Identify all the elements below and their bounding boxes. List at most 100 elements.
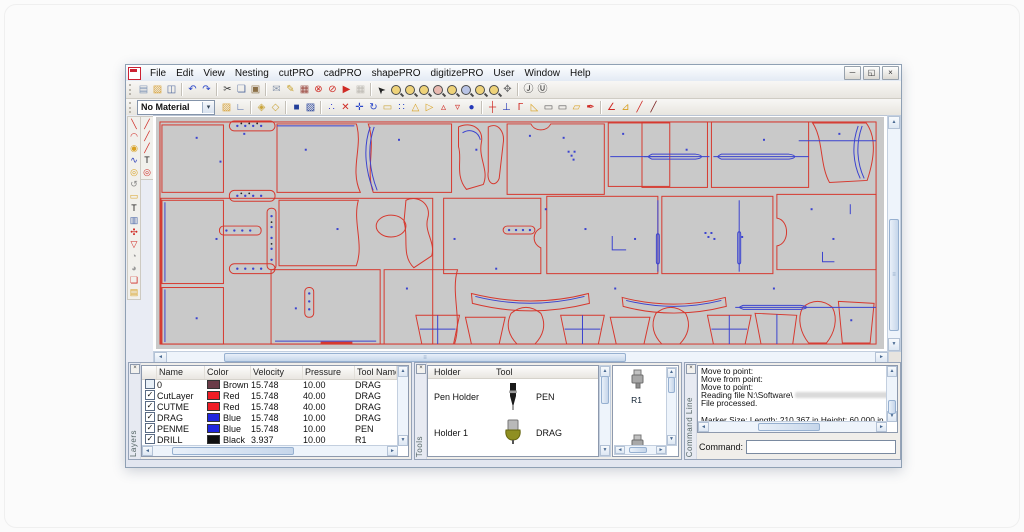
scroll-right-icon[interactable]: ► — [876, 422, 887, 432]
group-icon[interactable]: ◈ — [255, 101, 268, 114]
layer-visibility-checkbox[interactable]: ✓ — [145, 401, 155, 411]
zoom-previous-icon[interactable] — [431, 83, 444, 96]
layers-column-header[interactable]: Velocity — [251, 366, 303, 379]
command-hscroll-thumb[interactable] — [758, 423, 820, 431]
layer-row-DRILL[interactable]: ✓DRILLBlack3.93710.00R10.0 — [142, 434, 398, 445]
magazine-hscroll-thumb[interactable] — [629, 447, 647, 453]
layers-column-header[interactable]: Tool Name — [355, 366, 397, 379]
arc-segment-icon[interactable]: ◔ — [129, 250, 140, 262]
point-line-3-icon[interactable]: ╱ — [142, 142, 153, 154]
material-combobox[interactable]: No Material ▾ — [137, 100, 215, 115]
tool-j-icon[interactable]: Ⓙ — [522, 83, 535, 96]
scroll-left-icon[interactable]: ◄ — [142, 446, 153, 456]
menu-window[interactable]: Window — [519, 66, 565, 81]
start-icon[interactable]: ▶ — [340, 83, 353, 96]
scroll-right-icon[interactable]: ► — [387, 446, 398, 456]
zoom-all-icon[interactable] — [445, 83, 458, 96]
vertical-scrollbar[interactable]: ▲ ≡ ▼ — [887, 115, 901, 352]
layer-visibility-checkbox[interactable]: ✓ — [145, 434, 155, 444]
horizontal-scroll-thumb[interactable]: ≡ — [224, 353, 626, 362]
pan-icon[interactable]: ✥ — [501, 83, 514, 96]
menu-user[interactable]: User — [488, 66, 519, 81]
chevron-down-icon[interactable]: ▾ — [202, 102, 214, 113]
scroll-up-icon[interactable]: ▲ — [398, 366, 408, 377]
sphere-icon[interactable]: ● — [465, 101, 478, 114]
send-mail-icon[interactable]: ✉ — [270, 83, 283, 96]
zoom-in-icon[interactable] — [389, 83, 402, 96]
zoom-sheet-icon[interactable] — [473, 83, 486, 96]
array-icon[interactable]: ∷ — [395, 101, 408, 114]
line-icon[interactable]: ╲ — [129, 118, 140, 130]
menu-cutpro[interactable]: cutPRO — [274, 66, 319, 81]
mirror-horizontal-icon[interactable]: △ — [409, 101, 422, 114]
copy-icon[interactable]: ❏ — [235, 83, 248, 96]
fillet-icon[interactable]: Γ — [514, 101, 527, 114]
close-icon[interactable]: × — [416, 364, 426, 374]
move-icon[interactable]: ✛ — [353, 101, 366, 114]
text-icon[interactable]: T — [129, 202, 140, 214]
perpendicular-icon[interactable]: ⊥ — [500, 101, 513, 114]
line-diagonal-dark-icon[interactable]: ╱ — [647, 101, 660, 114]
piece-export-icon[interactable]: ▤ — [129, 286, 140, 298]
scroll-down-icon[interactable]: ▼ — [667, 435, 676, 445]
layer-visibility-checkbox[interactable] — [145, 379, 155, 389]
edit-points-icon[interactable]: ∴ — [325, 101, 338, 114]
chamfer-icon[interactable]: ◺ — [528, 101, 541, 114]
redo-icon[interactable]: ↷ — [200, 83, 213, 96]
scroll-left-icon[interactable]: ◄ — [698, 422, 709, 432]
tool-magazine[interactable]: R1 ▲ ▼ ◄ ► — [612, 365, 679, 457]
command-hscroll[interactable]: ◄ ► — [698, 421, 887, 432]
layers-column-header[interactable]: Name — [157, 366, 205, 379]
zoom-window-icon[interactable] — [417, 83, 430, 96]
arc-segment-2-icon[interactable]: ◕ — [129, 262, 140, 274]
edit-form-icon[interactable]: ✎ — [284, 83, 297, 96]
command-vscroll[interactable]: ▲ ▼ — [886, 366, 897, 422]
ellipse-icon[interactable]: ◎ — [129, 166, 140, 178]
layer-row-CutLayer[interactable]: ✓CutLayerRed15.74840.00DRAG0.0 — [142, 390, 398, 401]
layer-visibility-checkbox[interactable]: ✓ — [145, 423, 155, 433]
magazine-tool-item[interactable]: R1 — [613, 369, 660, 405]
revolve-icon[interactable]: ↺ — [129, 178, 140, 190]
close-icon[interactable]: × — [130, 364, 140, 374]
layer-row-0[interactable]: 0Brown15.74810.00DRAG0.0 — [142, 379, 398, 390]
vertical-scroll-thumb[interactable]: ≡ — [889, 219, 899, 331]
layers-column-header[interactable]: Color — [205, 366, 251, 379]
line-diagonal-icon[interactable]: ╱ — [633, 101, 646, 114]
right-triangle-icon[interactable]: ⊿ — [619, 101, 632, 114]
scroll-down-icon[interactable]: ▼ — [888, 338, 900, 351]
layer-row-DRAG[interactable]: ✓DRAGBlue15.74810.00DRAG0.0 — [142, 412, 398, 423]
command-log[interactable]: Move to point:Move from point:Move to po… — [697, 365, 898, 433]
point-circle-icon[interactable]: ◉ — [129, 142, 140, 154]
select-arrow-icon[interactable]: ➤ — [372, 80, 390, 98]
tool-holder-list[interactable]: Holder Tool Pen HolderPENHolder 1DRAG — [427, 365, 599, 457]
point-line-2-icon[interactable]: ╱ — [142, 130, 153, 142]
zoom-selected-icon[interactable] — [459, 83, 472, 96]
delete-node-icon[interactable]: ▽ — [129, 238, 140, 250]
new-file-icon[interactable]: ▤ — [137, 83, 150, 96]
pen-nib-icon[interactable]: ✒ — [584, 101, 597, 114]
tool-row-drag[interactable]: Holder 1DRAG — [428, 415, 598, 451]
layers-column-header[interactable]: Pressure — [303, 366, 355, 379]
menu-help[interactable]: Help — [565, 66, 596, 81]
menu-edit[interactable]: Edit — [171, 66, 198, 81]
magazine-vscroll-thumb[interactable] — [668, 377, 675, 393]
menu-nesting[interactable]: Nesting — [230, 66, 274, 81]
cut-icon[interactable]: ✂ — [221, 83, 234, 96]
menu-shapepro[interactable]: shapePRO — [367, 66, 426, 81]
marker-drawing[interactable] — [156, 117, 884, 349]
center-target-icon[interactable]: ◎ — [142, 166, 153, 178]
slot-horizontal-icon[interactable]: ▭ — [542, 101, 555, 114]
tool-row-pen[interactable]: Pen HolderPEN — [428, 379, 598, 415]
menu-view[interactable]: View — [198, 66, 230, 81]
scroll-right-icon[interactable]: ► — [656, 446, 666, 454]
scroll-down-icon[interactable]: ▼ — [600, 445, 610, 456]
magazine-hscroll[interactable]: ◄ ► — [614, 445, 667, 455]
trim-icon[interactable]: ┼ — [486, 101, 499, 114]
rotate-icon[interactable]: ↻ — [367, 101, 380, 114]
save-icon[interactable]: ◫ — [165, 83, 178, 96]
tool-u-icon[interactable]: Ⓤ — [536, 83, 549, 96]
ungroup-icon[interactable]: ◇ — [269, 101, 282, 114]
parallelogram-icon[interactable]: ▱ — [570, 101, 583, 114]
undo-icon[interactable]: ↶ — [186, 83, 199, 96]
plot-machine-icon[interactable]: ▦ — [298, 83, 311, 96]
